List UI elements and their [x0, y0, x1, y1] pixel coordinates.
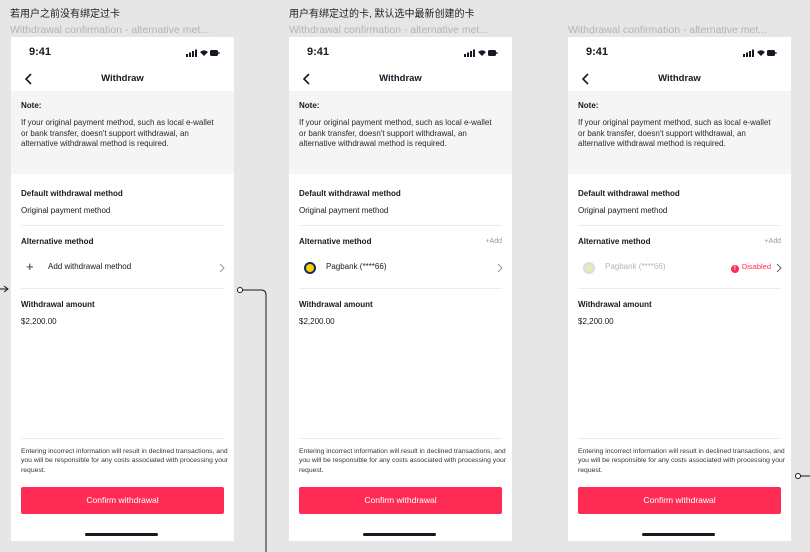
note-body: If your original payment method, such as…	[299, 118, 492, 148]
divider	[578, 288, 781, 289]
chevron-right-icon	[776, 263, 782, 273]
plus-icon: +	[26, 259, 34, 274]
note-body: If your original payment method, such as…	[578, 118, 771, 148]
frame-caption: 用户有绑定过的卡, 默认选中最新创建的卡	[289, 9, 475, 20]
frame-subtitle: Withdrawal confirmation - alternative me…	[289, 24, 488, 36]
disabled-badge: ! Disabled	[730, 262, 771, 273]
add-method-link[interactable]: +Add	[485, 238, 502, 245]
alt-method-label: Alternative method	[21, 237, 94, 246]
divider	[21, 438, 224, 439]
alert-icon: !	[730, 265, 739, 273]
disclaimer-text: Entering incorrect information will resu…	[299, 448, 507, 474]
divider	[299, 288, 502, 289]
amount-label: Withdrawal amount	[299, 300, 373, 309]
note-title: Note:	[578, 101, 599, 110]
note-body: If your original payment method, such as…	[21, 118, 214, 148]
alt-method-label: Alternative method	[578, 237, 651, 246]
page-title: Withdraw	[101, 73, 144, 84]
default-method-label: Default withdrawal method	[299, 189, 401, 198]
bank-method-label: Pagbank (****66)	[326, 262, 387, 271]
divider	[299, 438, 502, 439]
note-title: Note:	[21, 101, 42, 110]
confirm-withdrawal-button[interactable]: Confirm withdrawal	[21, 487, 224, 514]
divider	[299, 225, 502, 226]
status-time: 9:41	[307, 46, 330, 58]
amount-label: Withdrawal amount	[578, 300, 652, 309]
status-time: 9:41	[29, 46, 52, 58]
add-withdrawal-method-row[interactable]: + Add withdrawal method	[11, 257, 234, 279]
status-bar: 9:41	[568, 46, 791, 60]
page-title: Withdraw	[658, 73, 701, 84]
page-title: Withdraw	[379, 73, 422, 84]
frame-subtitle: Withdrawal confirmation - alternative me…	[10, 24, 209, 36]
bank-method-row[interactable]: Pagbank (****66)	[289, 257, 512, 279]
divider	[21, 288, 224, 289]
frame-subtitle: Withdrawal confirmation - alternative me…	[568, 24, 767, 36]
phone-frame-with-card: 9:41 Withdraw Note: If your original pay…	[289, 37, 512, 541]
signal-wifi-battery-icon	[743, 49, 777, 57]
confirm-withdrawal-button[interactable]: Confirm withdrawal	[578, 487, 781, 514]
note-panel: Note: If your original payment method, s…	[11, 91, 234, 174]
bank-method-row-disabled[interactable]: Pagbank (****66) ! Disabled	[568, 257, 791, 279]
add-withdrawal-method-label: Add withdrawal method	[48, 262, 132, 271]
disclaimer-text: Entering incorrect information will resu…	[578, 448, 786, 474]
phone-frame-no-card: 9:41 Withdraw Note: If your original pay…	[11, 37, 234, 541]
signal-wifi-battery-icon	[186, 49, 220, 57]
disclaimer-text: Entering incorrect information will resu…	[21, 448, 229, 474]
amount-value: $2,200.00	[299, 317, 335, 326]
default-method-value: Original payment method	[21, 206, 111, 215]
bank-method-label: Pagbank (****66)	[605, 262, 666, 271]
phone-frame-disabled-card: 9:41 Withdraw Note: If your original pay…	[568, 37, 791, 541]
chevron-right-icon	[219, 263, 225, 273]
divider	[21, 225, 224, 226]
amount-value: $2,200.00	[578, 317, 614, 326]
nav-bar: Withdraw	[568, 70, 791, 90]
chevron-right-icon	[497, 263, 503, 273]
amount-label: Withdrawal amount	[21, 300, 95, 309]
signal-wifi-battery-icon	[464, 49, 498, 57]
note-panel: Note: If your original payment method, s…	[289, 91, 512, 174]
divider	[578, 225, 781, 226]
add-method-link[interactable]: +Add	[764, 238, 781, 245]
default-method-value: Original payment method	[299, 206, 389, 215]
divider	[578, 438, 781, 439]
pagbank-logo-icon	[583, 262, 595, 274]
home-indicator	[642, 533, 715, 536]
home-indicator	[363, 533, 436, 536]
nav-bar: Withdraw	[289, 70, 512, 90]
alt-method-label: Alternative method	[299, 237, 372, 246]
pagbank-logo-icon	[304, 262, 316, 274]
status-bar: 9:41	[11, 46, 234, 60]
amount-value: $2,200.00	[21, 317, 57, 326]
default-method-value: Original payment method	[578, 206, 668, 215]
disabled-label: Disabled	[741, 262, 771, 271]
nav-bar: Withdraw	[11, 70, 234, 90]
note-title: Note:	[299, 101, 320, 110]
status-bar: 9:41	[289, 46, 512, 60]
default-method-label: Default withdrawal method	[21, 189, 123, 198]
status-time: 9:41	[586, 46, 609, 58]
confirm-withdrawal-button[interactable]: Confirm withdrawal	[299, 487, 502, 514]
note-panel: Note: If your original payment method, s…	[568, 91, 791, 174]
home-indicator	[85, 533, 158, 536]
default-method-label: Default withdrawal method	[578, 189, 680, 198]
frame-caption: 若用户之前没有绑定过卡	[10, 9, 120, 20]
